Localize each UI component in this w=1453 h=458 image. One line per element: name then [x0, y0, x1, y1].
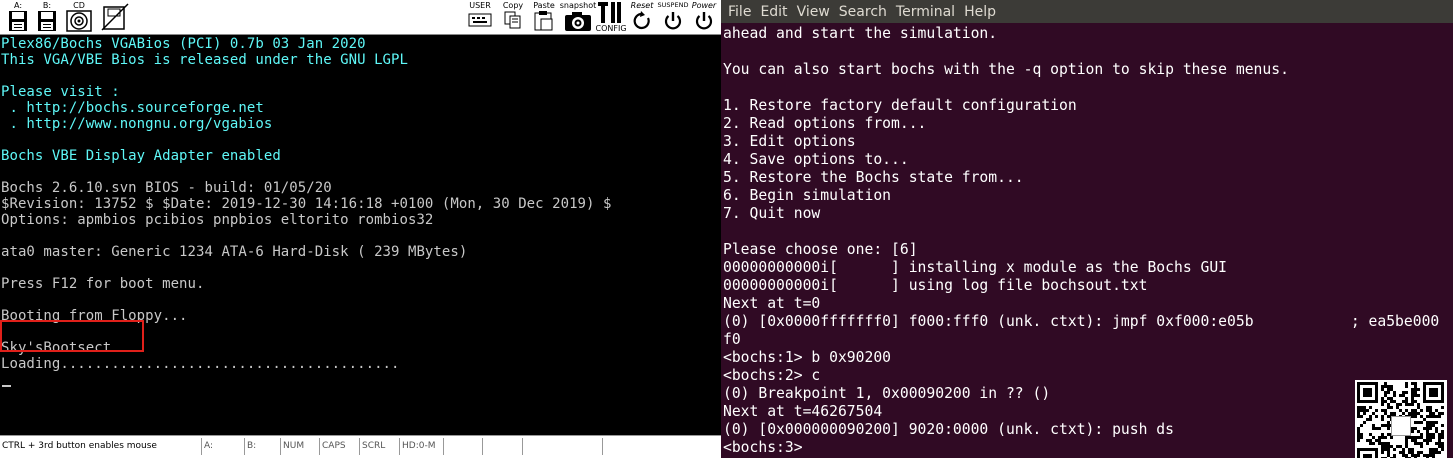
user-button[interactable]: USER: [465, 1, 495, 33]
terminal-line: Next at t=46267504: [723, 403, 883, 420]
status-indicator: HD:0-M: [399, 438, 445, 455]
reset-icon: [633, 11, 650, 30]
vga-line: Loading.................................…: [1, 356, 400, 372]
cdrom-label: CD: [73, 1, 85, 10]
status-message: CTRL + 3rd button enables mouse: [2, 441, 157, 451]
status-indicator: [443, 438, 484, 455]
status-indicator: [602, 438, 721, 455]
terminal-output[interactable]: ahead and start the simulation. You can a…: [723, 25, 1451, 458]
terminal-line: 00000000000i[ ] installing x module as t…: [723, 259, 1228, 276]
vga-line: Bochs VBE Display Adapter enabled: [1, 148, 281, 164]
terminal-line: ahead and start the simulation.: [723, 25, 998, 42]
terminal-line: 1. Restore factory default configuration: [723, 97, 1077, 114]
terminal-line: (0) Breakpoint 1, 0x00090200 in ?? (): [723, 385, 1051, 402]
terminal-line: f0: [723, 331, 741, 348]
terminal-window: File Edit View Search Terminal Help ahea…: [721, 0, 1453, 458]
copy-label: Copy: [502, 1, 524, 10]
menu-terminal[interactable]: Terminal: [896, 4, 955, 20]
terminal-line: 3. Edit options: [723, 133, 856, 150]
status-indicator: SCRL: [359, 438, 401, 455]
cdrom-icon: [66, 10, 92, 32]
suspend-button[interactable]: SUSPEND: [658, 1, 688, 33]
menu-file[interactable]: File: [728, 4, 751, 20]
status-indicator: [482, 438, 524, 455]
vga-line: This VGA/VBE Bios is released under the …: [1, 52, 408, 68]
status-indicator: NUM: [280, 438, 321, 455]
copy-button[interactable]: Copy: [500, 1, 526, 33]
floppy-a-label: A:: [13, 1, 23, 10]
paste-icon: [534, 11, 553, 31]
power-icon: [695, 12, 713, 30]
vga-line: ata0 master: Generic 1234 ATA-6 Hard-Dis…: [1, 244, 468, 260]
vga-line: Options: apmbios pcibios pnpbios eltorit…: [1, 212, 434, 228]
terminal-line: 2. Read options from...: [723, 115, 927, 132]
qr-center-logo: [1391, 416, 1411, 436]
terminal-line: You can also start bochs with the -q opt…: [723, 61, 1289, 78]
snapshot-icon: [565, 12, 591, 31]
terminal-line: (0) [0x000000090200] 9020:0000 (unk. ctx…: [723, 421, 1174, 438]
terminal-line: Next at t=0: [723, 295, 821, 312]
snapshot-label: snapshot: [559, 1, 597, 10]
power-button[interactable]: Power: [688, 1, 720, 33]
bochs-window: A: B: CD USER Copy Paste snapshot CONFIG…: [0, 0, 721, 458]
terminal-line: 4. Save options to...: [723, 151, 909, 168]
terminal-line: <bochs:1> b 0x90200: [723, 349, 892, 366]
highlight-box: [0, 320, 144, 352]
text-cursor: [2, 385, 11, 387]
terminal-menubar: File Edit View Search Terminal Help: [721, 0, 1453, 23]
vga-line: Please visit :: [1, 84, 120, 100]
floppy-b-icon: [38, 11, 56, 31]
config-label: CONFIG: [595, 24, 627, 33]
status-indicator: B:: [244, 438, 282, 455]
terminal-line: Please choose one: [6]: [723, 241, 918, 258]
terminal-line: 6. Begin simulation: [723, 187, 892, 204]
floppy-disabled-button[interactable]: [99, 1, 131, 33]
terminal-line: <bochs:2> c: [723, 367, 821, 384]
terminal-line: (0) [0x0000fffffff0] f000:fff0 (unk. ctx…: [723, 313, 1440, 330]
snapshot-button[interactable]: snapshot: [560, 1, 596, 33]
menu-search[interactable]: Search: [839, 4, 887, 20]
suspend-label: SUSPEND: [657, 1, 689, 9]
user-label: USER: [469, 1, 491, 10]
floppy-a-icon: [9, 11, 27, 31]
terminal-line: <bochs:3>: [723, 439, 803, 456]
floppy-b-label: B:: [42, 1, 52, 10]
user-icon: [468, 13, 492, 27]
status-indicator: [522, 438, 604, 455]
vga-line: . http://www.nongnu.org/vgabios: [1, 116, 273, 132]
menu-help[interactable]: Help: [964, 4, 996, 20]
terminal-line: 00000000000i[ ] using log file bochsout.…: [723, 277, 1148, 294]
vga-line: $Revision: 13752 $ $Date: 2019-12-30 14:…: [1, 196, 612, 212]
menu-edit[interactable]: Edit: [760, 4, 787, 20]
bochs-toolbar: A: B: CD USER Copy Paste snapshot CONFIG…: [0, 0, 721, 35]
vga-line: Bochs 2.6.10.svn BIOS - build: 01/05/20: [1, 180, 332, 196]
copy-icon: [504, 11, 521, 29]
status-indicator: CAPS: [319, 438, 361, 455]
vga-screen[interactable]: Plex86/Bochs VGABios (PCI) 0.7b 03 Jan 2…: [0, 36, 721, 434]
floppy-disabled-icon: [101, 3, 129, 31]
bochs-statusbar: CTRL + 3rd button enables mouse A: B: NUM CA…: [0, 435, 721, 458]
suspend-icon: [664, 12, 682, 30]
vga-line: . http://bochs.sourceforge.net: [1, 100, 264, 116]
vga-line: Plex86/Bochs VGABios (PCI) 0.7b 03 Jan 2…: [1, 36, 366, 52]
vga-line: Press F12 for boot menu.: [1, 276, 205, 292]
terminal-line: 7. Quit now: [723, 205, 821, 222]
reset-label: Reset: [630, 1, 654, 10]
floppy-b-button[interactable]: B:: [35, 1, 59, 33]
cdrom-button[interactable]: CD: [64, 1, 94, 33]
paste-label: Paste: [533, 1, 555, 10]
status-indicator: A:: [201, 438, 246, 455]
reset-button[interactable]: Reset: [626, 1, 658, 33]
config-icon: [598, 2, 621, 23]
terminal-line: 5. Restore the Bochs state from...: [723, 169, 1024, 186]
config-button[interactable]: CONFIG: [595, 1, 627, 33]
menu-view[interactable]: View: [797, 4, 830, 20]
qr-code-image: [1355, 380, 1447, 458]
paste-button[interactable]: Paste: [530, 1, 558, 33]
floppy-a-button[interactable]: A:: [6, 1, 30, 33]
power-label: Power: [691, 1, 717, 10]
